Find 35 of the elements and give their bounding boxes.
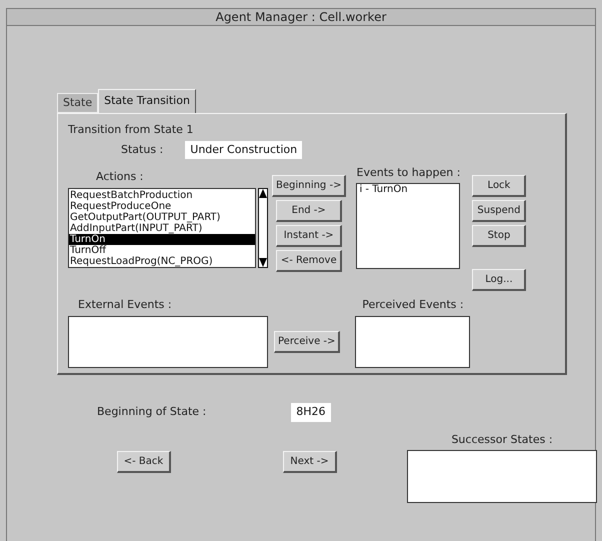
control-button[interactable]: Suspend: [472, 200, 526, 222]
next-button[interactable]: Next ->: [283, 451, 337, 473]
action-button[interactable]: <- Remove: [276, 250, 342, 272]
beginning-of-state-label: Beginning of State :: [97, 404, 206, 420]
tab[interactable]: State Transition: [98, 89, 196, 113]
list-item[interactable]: i - TurnOn: [359, 184, 458, 196]
perceived-events-label: Perceived Events :: [362, 297, 464, 313]
log-button[interactable]: Log...: [472, 269, 526, 291]
status-label: Status :: [121, 142, 164, 158]
beginning-of-state-value: 8H26: [291, 403, 331, 422]
list-item[interactable]: TurnOff: [69, 244, 255, 256]
events-label: Events to happen :: [356, 165, 460, 181]
perceive-button[interactable]: Perceive ->: [274, 331, 340, 353]
list-item[interactable]: RequestLoadProg(NC_PROG): [69, 256, 255, 266]
control-button[interactable]: Stop: [472, 225, 526, 247]
list-item[interactable]: AddInputPart(INPUT_PART): [69, 222, 255, 234]
list-item[interactable]: GetOutputPart(OUTPUT_PART): [69, 212, 255, 222]
list-item[interactable]: TurnOn: [69, 234, 255, 244]
list-item[interactable]: RequestBatchProduction: [69, 190, 255, 200]
down-arrow-icon[interactable]: [259, 258, 267, 266]
actions-label: Actions :: [96, 169, 144, 185]
control-button[interactable]: Lock: [472, 175, 526, 197]
action-button[interactable]: End ->: [276, 200, 342, 222]
status-value: Under Construction: [185, 140, 302, 159]
action-button[interactable]: Beginning ->: [272, 175, 346, 197]
window-title: Agent Manager : Cell.worker: [216, 9, 386, 26]
back-button[interactable]: <- Back: [117, 451, 171, 473]
list-item[interactable]: RequestProduceOne: [69, 200, 255, 212]
external-events-label: External Events :: [78, 297, 172, 313]
tab[interactable]: State: [57, 93, 98, 113]
up-arrow-icon[interactable]: [259, 188, 267, 198]
section-heading: Transition from State 1: [68, 122, 194, 138]
successor-states-label: Successor States :: [451, 432, 553, 448]
scrollbar[interactable]: [258, 188, 268, 268]
action-button[interactable]: Instant ->: [276, 225, 342, 247]
